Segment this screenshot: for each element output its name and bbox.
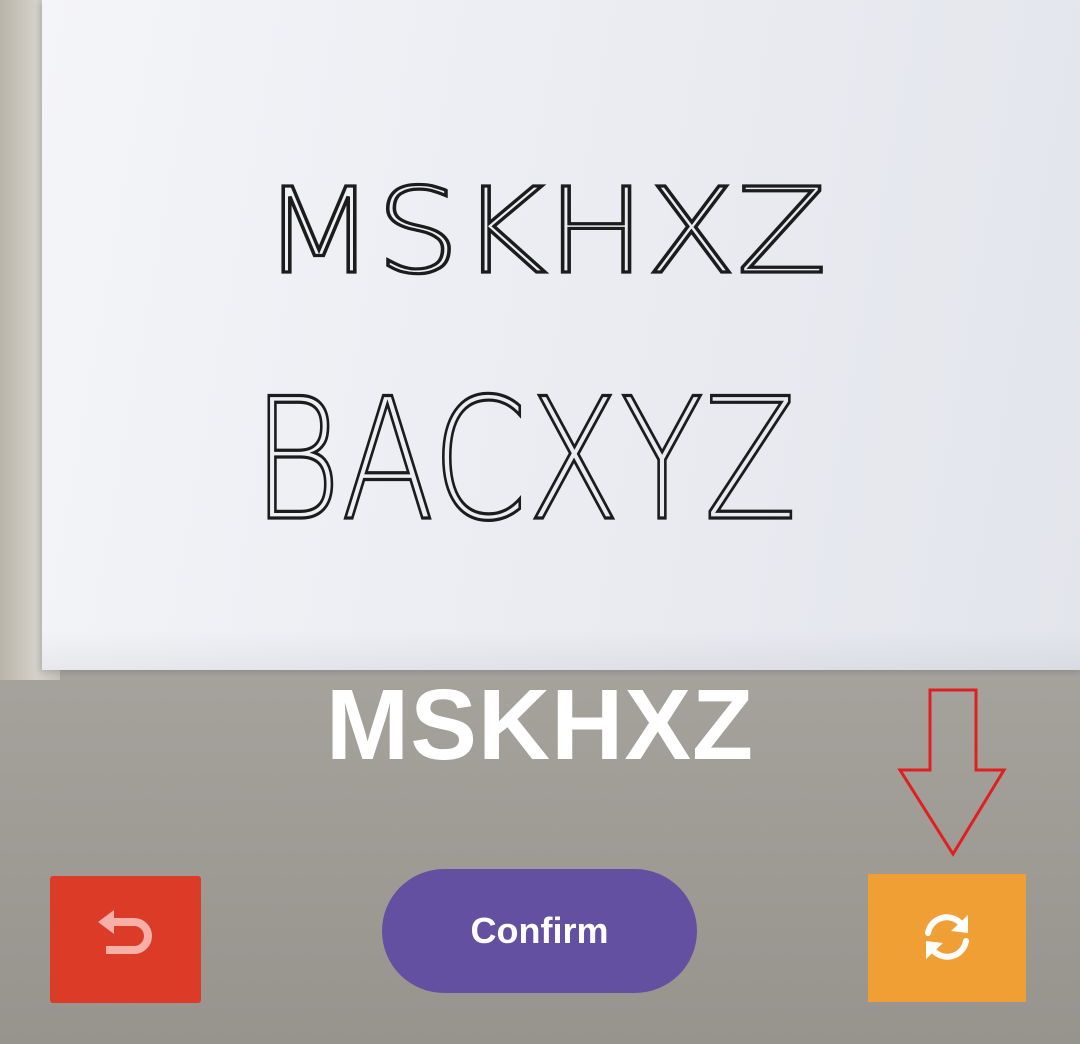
undo-arrow-icon — [94, 910, 158, 969]
annotation-down-arrow-icon — [897, 688, 1007, 857]
handwritten-line-1: MSKHXZ — [262, 162, 827, 300]
handwritten-line-2: BACXYZ — [252, 362, 797, 558]
refresh-button[interactable] — [868, 874, 1026, 1002]
undo-button[interactable] — [50, 876, 201, 1003]
camera-preview: MSKHXZ BACXYZ — [250, 160, 828, 559]
refresh-icon — [917, 907, 977, 970]
confirm-button[interactable]: Confirm — [382, 869, 697, 993]
